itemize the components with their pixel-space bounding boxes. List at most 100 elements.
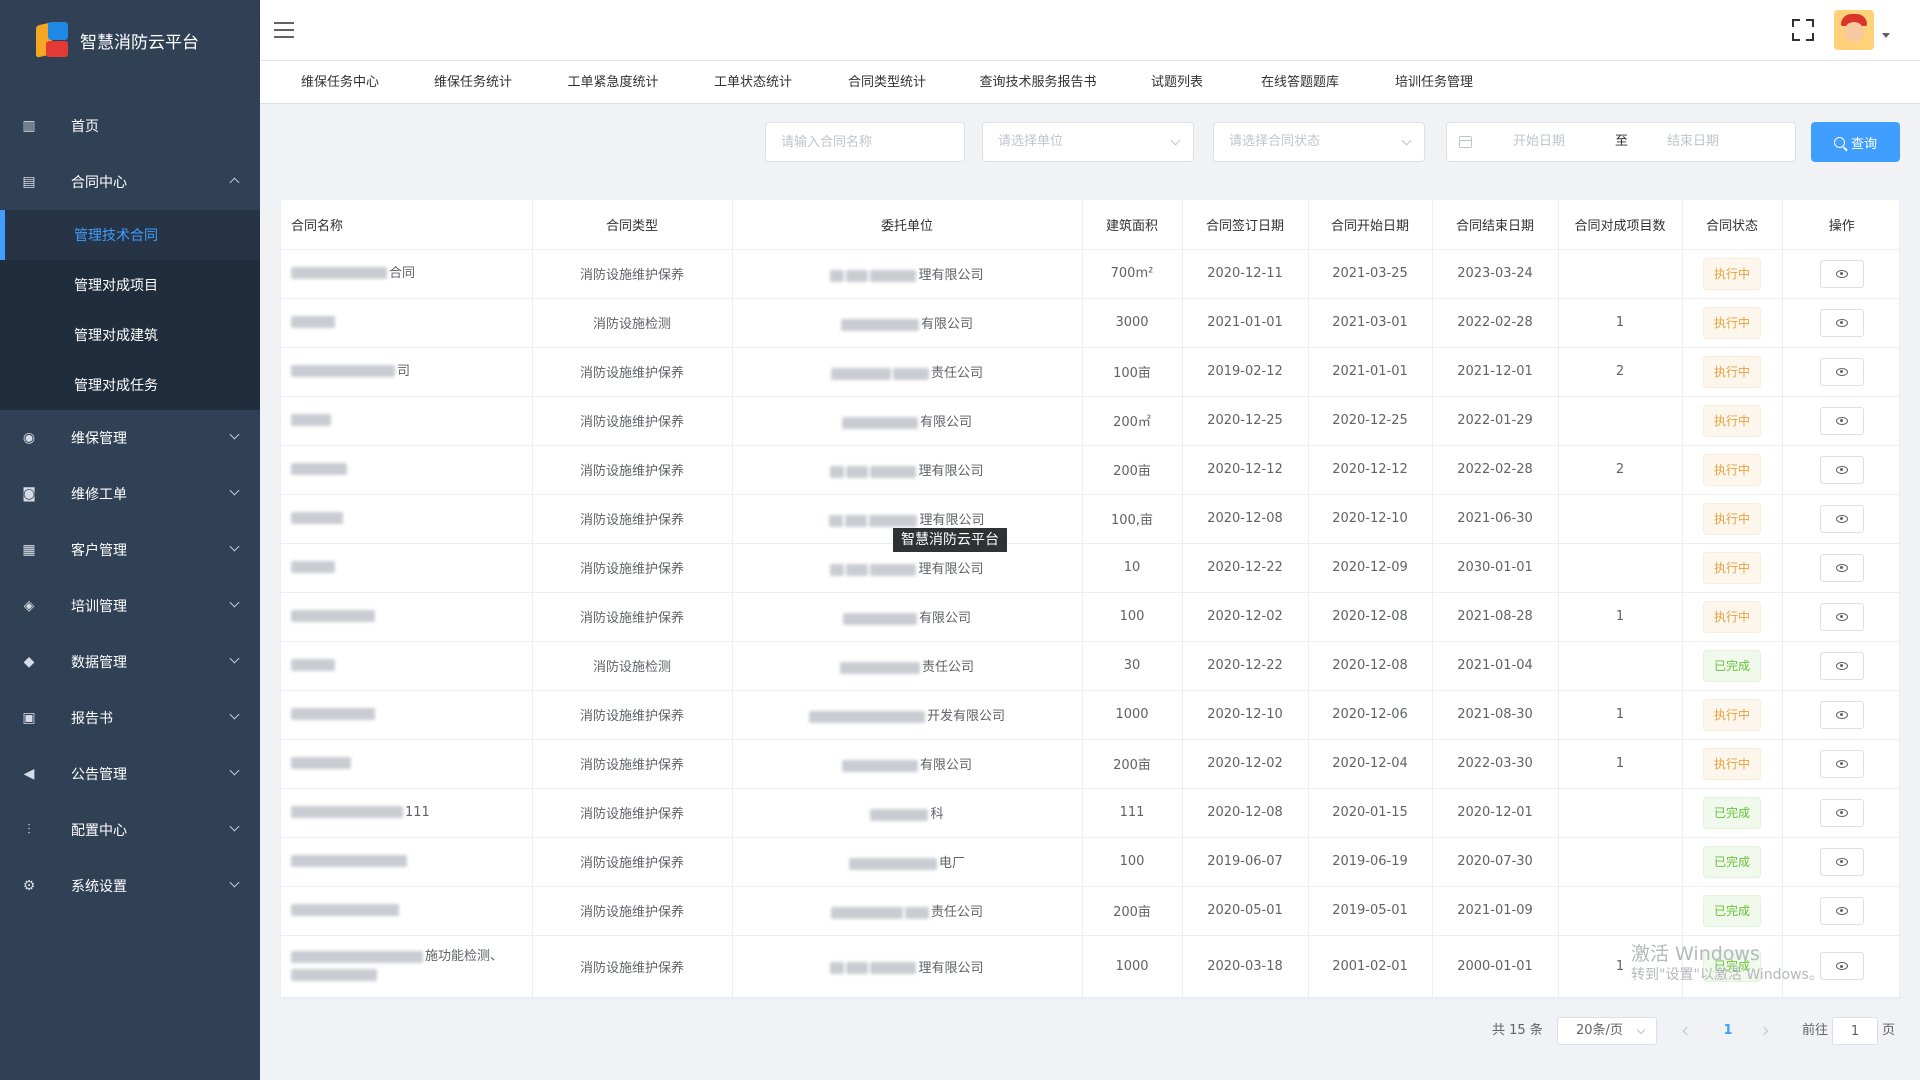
client-unit-text: 开发有限公司 xyxy=(926,709,1005,724)
tab-4[interactable]: 合同类型统计 xyxy=(848,61,926,104)
tab-5[interactable]: 查询技术服务报告书 xyxy=(979,61,1096,104)
prev-page-button[interactable] xyxy=(1672,1015,1702,1047)
sidebar-item-6[interactable]: ◆ 数据管理 xyxy=(0,634,260,690)
end-date-field[interactable]: 结束日期 xyxy=(1667,123,1719,161)
view-button[interactable] xyxy=(1819,504,1864,533)
sidebar-item-10[interactable]: ⚙ 系统设置 xyxy=(0,858,260,914)
sidebar-item-7[interactable]: ▣ 报告书 xyxy=(0,690,260,746)
view-button[interactable] xyxy=(1819,455,1864,484)
sidebar-item-5[interactable]: ◈ 培训管理 xyxy=(0,578,260,634)
view-button[interactable] xyxy=(1819,700,1864,729)
redacted-text xyxy=(846,563,869,576)
table-row: 施功能检测、 消防设施维护保养 理有限公司 1000 2020-03-18 2001-02… xyxy=(281,935,1901,998)
table-row: 消防设施检测 责任公司 30 2020-12-22 2020-12-08 2021-01-… xyxy=(281,641,1901,691)
contract-name-cell[interactable] xyxy=(281,837,533,887)
tab-0[interactable]: 维保任务中心 xyxy=(301,61,379,104)
view-button[interactable] xyxy=(1819,308,1864,337)
sidebar-subitem-1[interactable]: 管理对成项目 xyxy=(0,260,260,310)
contract-name-cell[interactable] xyxy=(281,886,533,936)
view-button[interactable] xyxy=(1819,553,1864,582)
menu-toggle-icon[interactable] xyxy=(274,22,294,38)
project-count-cell xyxy=(1558,788,1683,838)
client-unit-cell: 理有限公司 xyxy=(732,935,1083,998)
view-button[interactable] xyxy=(1819,749,1864,778)
sidebar-item-2[interactable]: ◉ 维保管理 xyxy=(0,410,260,466)
goto-page-input[interactable] xyxy=(1832,1017,1878,1045)
date-range-picker[interactable]: 开始日期 至 结束日期 xyxy=(1446,122,1796,162)
contract-name-cell[interactable] xyxy=(281,445,533,495)
sidebar-subitem-3[interactable]: 管理对成任务 xyxy=(0,360,260,410)
chevron-down-icon xyxy=(229,765,240,776)
redacted-text xyxy=(870,269,917,282)
sidebar-item-4[interactable]: ▦ 客户管理 xyxy=(0,522,260,578)
contract-name-cell[interactable]: 111 xyxy=(281,788,533,838)
status-select-placeholder: 请选择合同状态 xyxy=(1229,134,1321,149)
end-date-cell: 2022-03-30 xyxy=(1432,739,1559,789)
contract-name-cell[interactable] xyxy=(281,396,533,446)
status-select[interactable]: 请选择合同状态 xyxy=(1213,122,1425,162)
redacted-text xyxy=(870,563,917,576)
page-number-current[interactable]: 1 xyxy=(1713,1015,1743,1047)
start-date-field[interactable]: 开始日期 xyxy=(1513,123,1565,161)
contract-name-cell[interactable] xyxy=(281,592,533,642)
contract-name-text: 111 xyxy=(405,804,430,820)
contract-name-cell[interactable] xyxy=(281,739,533,789)
view-button[interactable] xyxy=(1819,952,1864,980)
query-button[interactable]: 查询 xyxy=(1811,122,1900,162)
status-cell: 已完成 xyxy=(1682,886,1783,936)
redacted-text xyxy=(291,316,335,328)
action-cell xyxy=(1782,592,1901,642)
client-unit-text: 责任公司 xyxy=(930,905,983,920)
sidebar-subitem-2[interactable]: 管理对成建筑 xyxy=(0,310,260,360)
tab-2[interactable]: 工单紧急度统计 xyxy=(567,61,658,104)
redacted-text xyxy=(830,269,845,282)
contract-name-cell[interactable] xyxy=(281,690,533,740)
sidebar-submenu: 管理技术合同 管理对成项目 管理对成建筑 管理对成任务 xyxy=(0,210,260,410)
client-unit-cell: 责任公司 xyxy=(732,641,1083,691)
tab-8[interactable]: 培训任务管理 xyxy=(1395,61,1473,104)
view-button[interactable] xyxy=(1819,259,1864,288)
view-button[interactable] xyxy=(1819,847,1864,876)
sidebar-item-label: 培训管理 xyxy=(71,599,127,615)
sidebar-subitem-0[interactable]: 管理技术合同 xyxy=(0,210,260,260)
contract-name-cell[interactable]: 合同 xyxy=(281,249,533,299)
contract-name-cell[interactable] xyxy=(281,494,533,544)
avatar[interactable] xyxy=(1834,10,1874,50)
area-cell: 30 xyxy=(1082,641,1183,691)
tab-6[interactable]: 试题列表 xyxy=(1151,61,1203,104)
tab-1[interactable]: 维保任务统计 xyxy=(434,61,512,104)
fullscreen-icon[interactable] xyxy=(1792,19,1814,41)
contract-name-input[interactable] xyxy=(765,122,965,162)
sidebar-item-9[interactable]: ⫶ 配置中心 xyxy=(0,802,260,858)
view-button[interactable] xyxy=(1819,896,1864,925)
contract-name-cell[interactable]: 施功能检测、 xyxy=(281,935,533,998)
app-logo[interactable]: 智慧消防云平台 xyxy=(0,0,260,80)
unit-select[interactable]: 请选择单位 xyxy=(982,122,1194,162)
sidebar-item-8[interactable]: ◀ 公告管理 xyxy=(0,746,260,802)
contract-name-cell[interactable] xyxy=(281,641,533,691)
sidebar-item-1[interactable]: ▤ 合同中心 xyxy=(0,154,260,210)
view-button[interactable] xyxy=(1819,602,1864,631)
tab-7[interactable]: 在线答题题库 xyxy=(1261,61,1339,104)
signed-date-cell: 2020-12-02 xyxy=(1182,739,1309,789)
view-button[interactable] xyxy=(1819,357,1864,386)
page-size-select[interactable]: 20条/页 xyxy=(1557,1017,1657,1045)
view-button[interactable] xyxy=(1819,798,1864,827)
contract-name-cell[interactable]: 司 xyxy=(281,347,533,397)
caret-down-icon[interactable] xyxy=(1882,32,1890,38)
signed-date-cell: 2021-01-01 xyxy=(1182,298,1309,348)
sidebar-item-label: 首页 xyxy=(71,119,99,135)
view-button[interactable] xyxy=(1819,651,1864,680)
tab-3[interactable]: 工单状态统计 xyxy=(714,61,792,104)
sidebar-item-3[interactable]: ◙ 维修工单 xyxy=(0,466,260,522)
signed-date-cell: 2020-12-08 xyxy=(1182,788,1309,838)
sidebar-item-0[interactable]: ▥ 首页 xyxy=(0,98,260,154)
eye-icon xyxy=(1835,612,1848,621)
next-page-button[interactable] xyxy=(1749,1015,1779,1047)
redacted-text xyxy=(291,512,343,524)
eye-icon xyxy=(1835,318,1848,327)
contract-name-cell[interactable] xyxy=(281,298,533,348)
view-button[interactable] xyxy=(1819,406,1864,435)
end-date-cell: 2022-01-29 xyxy=(1432,396,1559,446)
contract-name-cell[interactable] xyxy=(281,543,533,593)
